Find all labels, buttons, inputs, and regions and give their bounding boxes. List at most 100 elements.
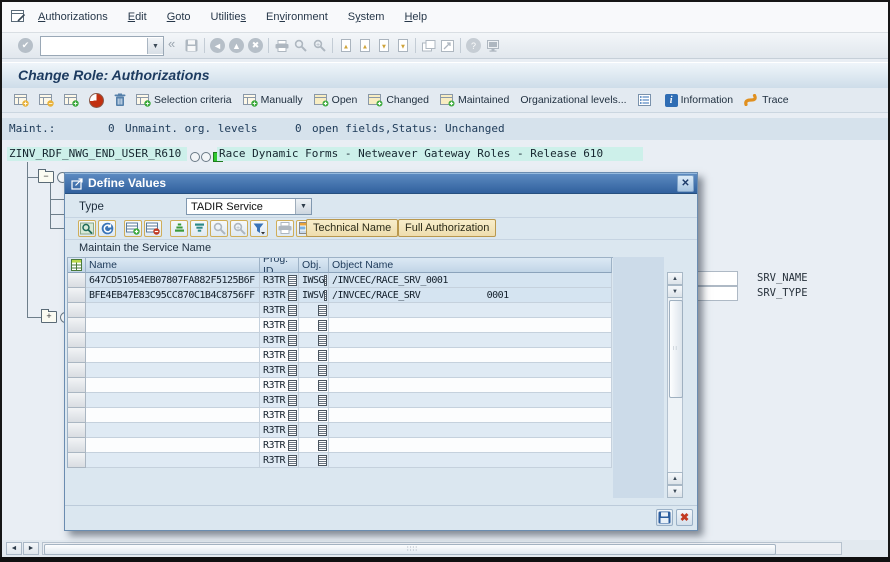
menu-item-utilities[interactable]: Utilities bbox=[201, 9, 256, 25]
obj-cell[interactable]: IWSV bbox=[299, 288, 329, 303]
value-help-icon[interactable] bbox=[318, 350, 327, 361]
prog-id-cell[interactable]: R3TR bbox=[260, 303, 299, 318]
prog-id-cell[interactable]: R3TR bbox=[260, 333, 299, 348]
obj-cell[interactable] bbox=[299, 363, 329, 378]
choose-detail-icon[interactable] bbox=[78, 220, 96, 237]
prog-id-cell[interactable]: R3TR bbox=[260, 438, 299, 453]
menu-item-authorizations[interactable]: Authorizations bbox=[28, 9, 118, 25]
name-cell[interactable] bbox=[86, 408, 260, 423]
value-help-icon[interactable] bbox=[288, 425, 297, 436]
first-page-icon[interactable]: ▲ bbox=[336, 37, 355, 55]
prog-id-cell[interactable]: R3TR bbox=[260, 423, 299, 438]
menu-item-edit[interactable]: Edit bbox=[118, 9, 157, 25]
row-selector[interactable] bbox=[68, 423, 86, 438]
object-name-cell[interactable] bbox=[329, 378, 612, 393]
scrollbar-track[interactable]: ∷∷ bbox=[42, 542, 842, 555]
command-field[interactable]: ▼ bbox=[40, 36, 164, 56]
system-menu-icon[interactable] bbox=[11, 10, 26, 28]
cancel-button[interactable]: ✖ bbox=[676, 509, 693, 526]
delete-icon[interactable] bbox=[114, 93, 129, 107]
find-next-icon[interactable]: + bbox=[310, 37, 329, 55]
insert-row-icon[interactable] bbox=[124, 220, 142, 237]
value-help-icon[interactable] bbox=[288, 455, 297, 466]
scroll-down-icon[interactable]: ▼ bbox=[667, 285, 683, 298]
row-selector[interactable] bbox=[68, 303, 86, 318]
value-help-icon[interactable] bbox=[288, 410, 297, 421]
object-name-cell[interactable] bbox=[329, 423, 612, 438]
manually-button[interactable]: +Manually bbox=[243, 94, 303, 107]
name-cell[interactable] bbox=[86, 453, 260, 468]
scroll-up-icon[interactable]: ▲ bbox=[667, 272, 683, 285]
name-cell[interactable] bbox=[86, 438, 260, 453]
object-name-cell[interactable] bbox=[329, 348, 612, 363]
value-help-icon[interactable] bbox=[288, 365, 297, 376]
object-name-cell[interactable] bbox=[329, 408, 612, 423]
obj-cell[interactable] bbox=[299, 438, 329, 453]
expand-subtree-icon[interactable]: + bbox=[14, 94, 32, 107]
name-cell[interactable] bbox=[86, 393, 260, 408]
selection-criteria-button[interactable]: +Selection criteria bbox=[136, 94, 232, 107]
cancel-icon[interactable]: ✖ bbox=[246, 37, 265, 55]
object-name-cell[interactable] bbox=[329, 303, 612, 318]
object-name-cell[interactable] bbox=[329, 363, 612, 378]
name-cell[interactable] bbox=[86, 423, 260, 438]
collapse-command-icon[interactable]: « bbox=[168, 36, 175, 51]
row-selector[interactable] bbox=[68, 438, 86, 453]
create-shortcut-icon[interactable] bbox=[438, 37, 457, 55]
value-help-icon[interactable] bbox=[288, 440, 297, 451]
scrollbar-thumb[interactable]: ∷∷ bbox=[44, 544, 776, 555]
row-selector[interactable] bbox=[68, 408, 86, 423]
value-help-icon[interactable] bbox=[288, 335, 297, 346]
scrollbar-thumb[interactable]: ∷ bbox=[669, 300, 683, 398]
name-cell[interactable]: BFE4EB47E83C95CC870C1B4C8756FF bbox=[86, 288, 260, 303]
find-icon[interactable] bbox=[291, 37, 310, 55]
object-name-cell[interactable]: /INVCEC/RACE_SRV_0001 bbox=[329, 273, 612, 288]
next-page-icon[interactable]: ▼ bbox=[374, 37, 393, 55]
print-icon[interactable] bbox=[276, 220, 294, 237]
row-selector[interactable] bbox=[68, 273, 86, 288]
value-help-icon[interactable] bbox=[318, 305, 327, 316]
prog-id-cell[interactable]: R3TR bbox=[260, 348, 299, 363]
name-cell[interactable] bbox=[86, 378, 260, 393]
horizontal-scrollbar[interactable]: ◄ ► ∷∷ bbox=[2, 540, 888, 557]
prog-id-cell[interactable]: R3TR bbox=[260, 453, 299, 468]
prog-id-cell[interactable]: R3TR bbox=[260, 288, 299, 303]
organizational-levels-button[interactable]: Organizational levels... bbox=[520, 94, 626, 106]
layout-menu-icon[interactable] bbox=[483, 37, 502, 55]
value-help-icon[interactable] bbox=[288, 275, 297, 286]
name-cell[interactable]: 647CD51054EB07807FA882F5125B6F bbox=[86, 273, 260, 288]
row-selector[interactable] bbox=[68, 453, 86, 468]
name-cell[interactable] bbox=[86, 363, 260, 378]
obj-cell[interactable] bbox=[299, 423, 329, 438]
changed-button[interactable]: Changed bbox=[368, 94, 429, 107]
last-page-icon[interactable]: ▼ bbox=[393, 37, 412, 55]
value-help-icon[interactable] bbox=[288, 305, 297, 316]
name-cell[interactable] bbox=[86, 333, 260, 348]
object-name-cell[interactable]: /INVCEC/RACE_SRV 0001 bbox=[329, 288, 612, 303]
value-help-icon[interactable] bbox=[288, 380, 297, 391]
prog-id-cell[interactable]: R3TR bbox=[260, 363, 299, 378]
select-all-icon[interactable] bbox=[68, 258, 86, 273]
list-icon[interactable] bbox=[638, 94, 654, 106]
find-next-icon[interactable]: + bbox=[230, 220, 248, 237]
value-help-icon[interactable] bbox=[288, 350, 297, 361]
obj-cell[interactable] bbox=[299, 303, 329, 318]
maintained-button[interactable]: Maintained bbox=[440, 94, 509, 107]
new-session-icon[interactable] bbox=[419, 37, 438, 55]
value-help-icon[interactable] bbox=[318, 335, 327, 346]
object-name-cell[interactable] bbox=[329, 393, 612, 408]
name-cell[interactable] bbox=[86, 303, 260, 318]
row-selector[interactable] bbox=[68, 378, 86, 393]
row-selector[interactable] bbox=[68, 363, 86, 378]
save-button[interactable] bbox=[656, 509, 673, 526]
name-cell[interactable] bbox=[86, 318, 260, 333]
row-selector[interactable] bbox=[68, 318, 86, 333]
obj-cell[interactable] bbox=[299, 318, 329, 333]
value-help-icon[interactable] bbox=[318, 380, 327, 391]
prog-id-cell[interactable]: R3TR bbox=[260, 408, 299, 423]
full-authorization-button[interactable]: Full Authorization bbox=[398, 219, 496, 237]
obj-cell[interactable] bbox=[299, 453, 329, 468]
obj-cell[interactable] bbox=[299, 393, 329, 408]
scrollbar-track[interactable]: ∷ bbox=[667, 298, 683, 472]
obj-cell[interactable] bbox=[299, 333, 329, 348]
